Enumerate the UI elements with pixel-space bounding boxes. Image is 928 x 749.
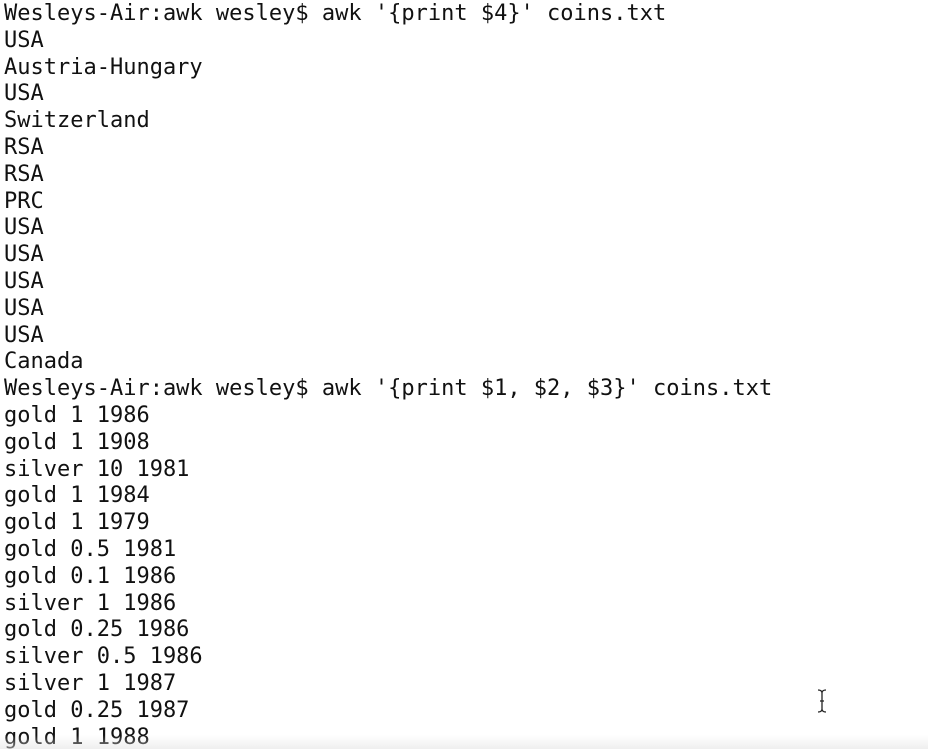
output-line: silver 1 1987 bbox=[4, 670, 177, 696]
output-line: gold 1 1979 bbox=[4, 510, 150, 536]
output-line: Switzerland bbox=[4, 108, 150, 134]
output-line: Canada bbox=[4, 349, 84, 375]
command-line: Wesleys-Air:awk wesley$ awk '{print $1, … bbox=[4, 376, 773, 402]
output-line: silver 10 1981 bbox=[4, 456, 190, 482]
output-line: gold 0.1 1986 bbox=[4, 563, 177, 589]
command-line: Wesleys-Air:awk wesley$ awk '{print $4}'… bbox=[4, 1, 667, 26]
output-line: USA bbox=[4, 295, 44, 321]
output-line: gold 0.5 1981 bbox=[4, 536, 177, 562]
output-line: gold 1 1988 bbox=[4, 724, 150, 749]
terminal-window[interactable]: Wesleys-Air:awk wesley$ awk '{print $4}'… bbox=[0, 0, 928, 749]
output-line: USA bbox=[4, 81, 44, 107]
output-line: RSA bbox=[4, 161, 44, 187]
output-line: gold 1 1984 bbox=[4, 483, 150, 509]
text-i-beam-cursor-icon bbox=[815, 688, 829, 714]
output-line: Austria-Hungary bbox=[4, 54, 203, 80]
output-line: gold 0.25 1987 bbox=[4, 697, 190, 723]
output-line: gold 0.25 1986 bbox=[4, 617, 190, 643]
output-line: USA bbox=[4, 215, 44, 241]
output-line: PRC bbox=[4, 188, 44, 214]
output-line: USA bbox=[4, 268, 44, 294]
output-line: RSA bbox=[4, 134, 44, 160]
output-line: silver 1 1986 bbox=[4, 590, 177, 616]
output-line: gold 1 1908 bbox=[4, 429, 150, 455]
output-line: silver 0.5 1986 bbox=[4, 644, 203, 670]
output-line: USA bbox=[4, 242, 44, 268]
output-line: gold 1 1986 bbox=[4, 402, 150, 428]
output-line: USA bbox=[4, 27, 44, 53]
output-line: USA bbox=[4, 322, 44, 348]
terminal-output[interactable]: Wesleys-Air:awk wesley$ awk '{print $4}'… bbox=[4, 1, 772, 749]
